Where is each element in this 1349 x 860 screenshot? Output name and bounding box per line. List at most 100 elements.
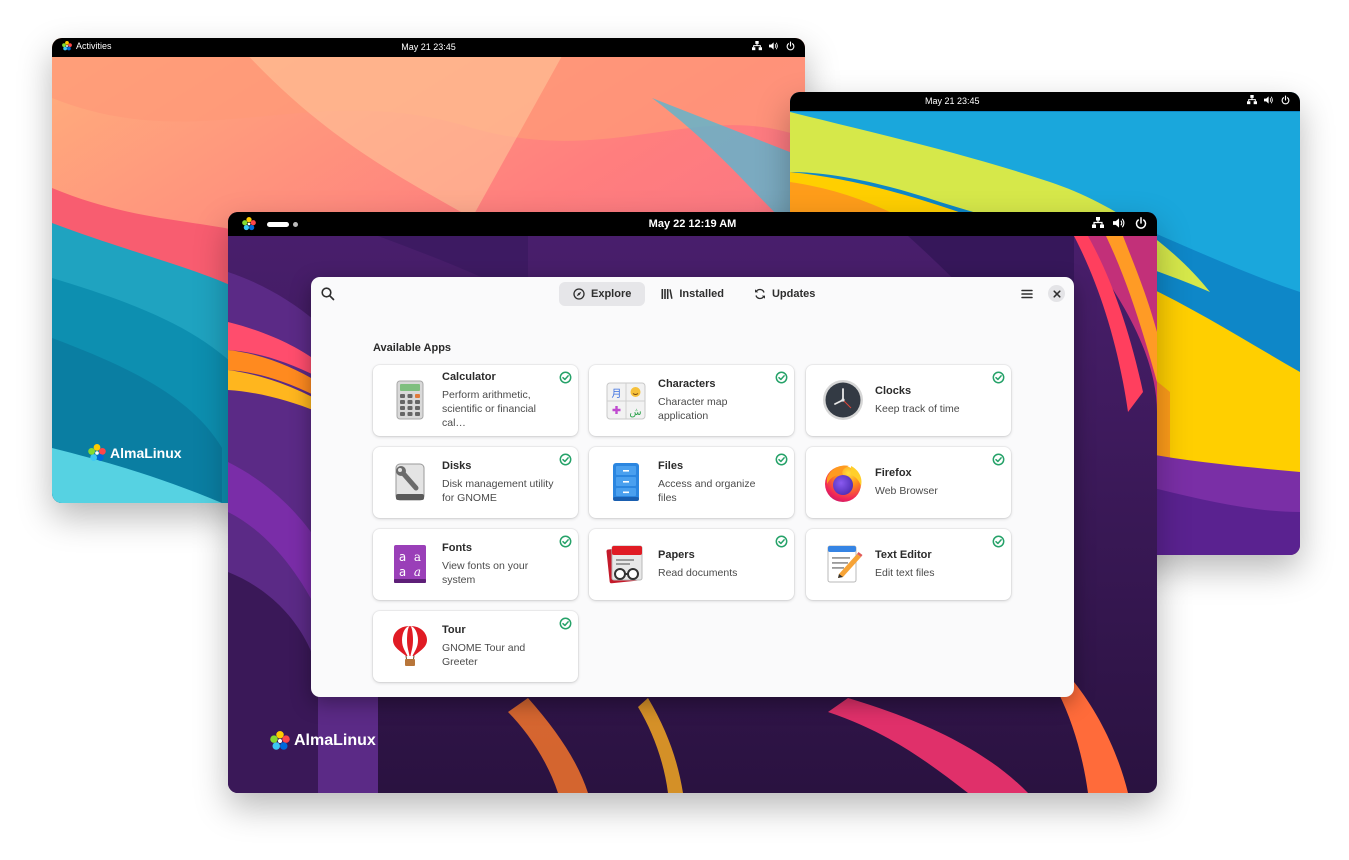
almalinux-logo-icon xyxy=(88,444,106,461)
installed-check-icon xyxy=(992,535,1005,548)
app-card-fonts[interactable]: a a a a Fonts View fonts on your system xyxy=(373,529,578,600)
app-card-text: Clocks Keep track of time xyxy=(875,365,993,436)
app-name: Firefox xyxy=(875,467,912,479)
app-card-tour[interactable]: Tour GNOME Tour and Greeter xyxy=(373,611,578,682)
app-name: Calculator xyxy=(442,371,496,383)
hamburger-menu-icon xyxy=(1021,289,1033,299)
search-icon xyxy=(321,287,335,301)
app-card-clocks[interactable]: Clocks Keep track of time xyxy=(806,365,1011,436)
power-icon xyxy=(1135,217,1147,229)
firefox-icon xyxy=(825,465,862,502)
installed-check-icon xyxy=(992,371,1005,384)
volume-icon xyxy=(769,41,778,50)
software-window: Explore Installed Updates Available Apps… xyxy=(311,277,1074,697)
fonts-glyph: a xyxy=(414,565,421,579)
app-description: Disk management utility xyxy=(442,478,554,490)
app-card-text: Fonts View fonts on your system xyxy=(442,529,560,600)
app-card-text: Firefox Web Browser xyxy=(875,447,993,518)
app-card-firefox[interactable]: Firefox Web Browser xyxy=(806,447,1011,518)
clock-icon xyxy=(823,380,863,420)
search-button[interactable] xyxy=(320,286,336,302)
workspace-indicator[interactable] xyxy=(293,222,298,227)
workspace-indicator-active[interactable] xyxy=(267,222,289,227)
app-description: Edit text files xyxy=(875,567,935,579)
system-tray[interactable] xyxy=(752,41,795,51)
top-bar: May 22 12:19 AM xyxy=(228,212,1157,236)
installed-check-icon xyxy=(559,617,572,630)
fonts-glyph: a xyxy=(399,565,406,579)
app-name: Papers xyxy=(658,549,695,561)
characters-glyph-moon: 月 xyxy=(612,388,622,400)
activities-button[interactable]: Activities xyxy=(62,41,112,51)
volume-icon xyxy=(1113,217,1125,229)
installed-check-icon xyxy=(559,535,572,548)
app-name: Text Editor xyxy=(875,549,932,561)
app-card-text: Disks Disk management utility for GNOME xyxy=(442,447,560,518)
installed-check-icon xyxy=(559,453,572,466)
tab-label: Explore xyxy=(591,288,632,300)
section-title: Available Apps xyxy=(373,342,452,354)
network-icon xyxy=(1247,95,1257,105)
tab-installed[interactable]: Installed xyxy=(647,282,738,306)
system-tray[interactable] xyxy=(1092,217,1147,229)
app-card-papers[interactable]: Papers Read documents xyxy=(589,529,794,600)
app-card-characters[interactable]: 月 ش Characters Character map application xyxy=(589,365,794,436)
almalinux-logo-icon[interactable] xyxy=(242,217,256,231)
volume-icon xyxy=(1264,96,1273,104)
main-menu-button[interactable] xyxy=(1019,286,1035,302)
app-card-text-editor[interactable]: Text Editor Edit text files xyxy=(806,529,1011,600)
installed-check-icon xyxy=(775,535,788,548)
almalinux-brand: AlmaLinux xyxy=(270,731,376,751)
app-card-calculator[interactable]: Calculator Perform arithmetic, scientifi… xyxy=(373,365,578,436)
power-icon xyxy=(1281,95,1290,105)
clock[interactable]: May 22 12:19 AM xyxy=(649,218,737,230)
app-card-files[interactable]: Files Access and organize files xyxy=(589,447,794,518)
brand-label: AlmaLinux xyxy=(294,732,376,749)
top-bar: May 21 23:45 xyxy=(790,92,1300,111)
app-description: scientific or financial cal… xyxy=(442,403,536,429)
power-icon xyxy=(786,41,795,51)
clock[interactable]: May 21 23:45 xyxy=(401,42,456,52)
system-tray[interactable] xyxy=(1247,95,1290,105)
top-bar: Activities May 21 23:45 xyxy=(52,38,805,57)
app-description: for GNOME xyxy=(442,492,497,504)
almalinux-brand: AlmaLinux xyxy=(88,444,182,462)
app-description: Read documents xyxy=(658,567,738,579)
compass-icon xyxy=(573,288,585,300)
disks-icon xyxy=(395,463,425,501)
app-description: View fonts on your system xyxy=(442,560,529,586)
characters-icon: 月 ش xyxy=(606,382,646,420)
characters-glyph-shin: ش xyxy=(629,407,641,418)
app-name: Clocks xyxy=(875,385,912,397)
app-card-text: Papers Read documents xyxy=(658,529,776,600)
activities-label: Activities xyxy=(76,41,112,51)
calculator-icon xyxy=(396,380,424,420)
app-description: Web Browser xyxy=(875,485,938,497)
app-card-text: Text Editor Edit text files xyxy=(875,529,993,600)
app-name: Fonts xyxy=(442,542,472,554)
app-description: application xyxy=(658,410,709,422)
tab-explore[interactable]: Explore xyxy=(559,282,646,306)
app-card-text: Characters Character map application xyxy=(658,365,776,436)
tab-label: Installed xyxy=(679,288,724,300)
app-description: GNOME Tour and Greeter xyxy=(442,642,526,668)
tab-updates[interactable]: Updates xyxy=(740,282,829,306)
files-icon xyxy=(613,463,639,501)
app-name: Disks xyxy=(442,460,472,472)
fonts-glyph: a xyxy=(399,550,406,564)
app-card-text: Calculator Perform arithmetic, scientifi… xyxy=(442,365,560,436)
close-icon xyxy=(1052,289,1061,298)
tour-icon xyxy=(393,626,427,666)
fonts-glyph: a xyxy=(414,550,421,564)
app-name: Files xyxy=(658,460,684,472)
app-description: Access and organize files xyxy=(658,478,756,504)
installed-check-icon xyxy=(559,371,572,384)
network-icon xyxy=(752,41,762,51)
app-description: Keep track of time xyxy=(875,403,960,415)
app-card-disks[interactable]: Disks Disk management utility for GNOME xyxy=(373,447,578,518)
text-editor-icon xyxy=(827,545,863,583)
library-icon xyxy=(661,289,673,299)
installed-check-icon xyxy=(775,371,788,384)
clock[interactable]: May 21 23:45 xyxy=(925,96,980,106)
close-button[interactable] xyxy=(1048,285,1065,302)
